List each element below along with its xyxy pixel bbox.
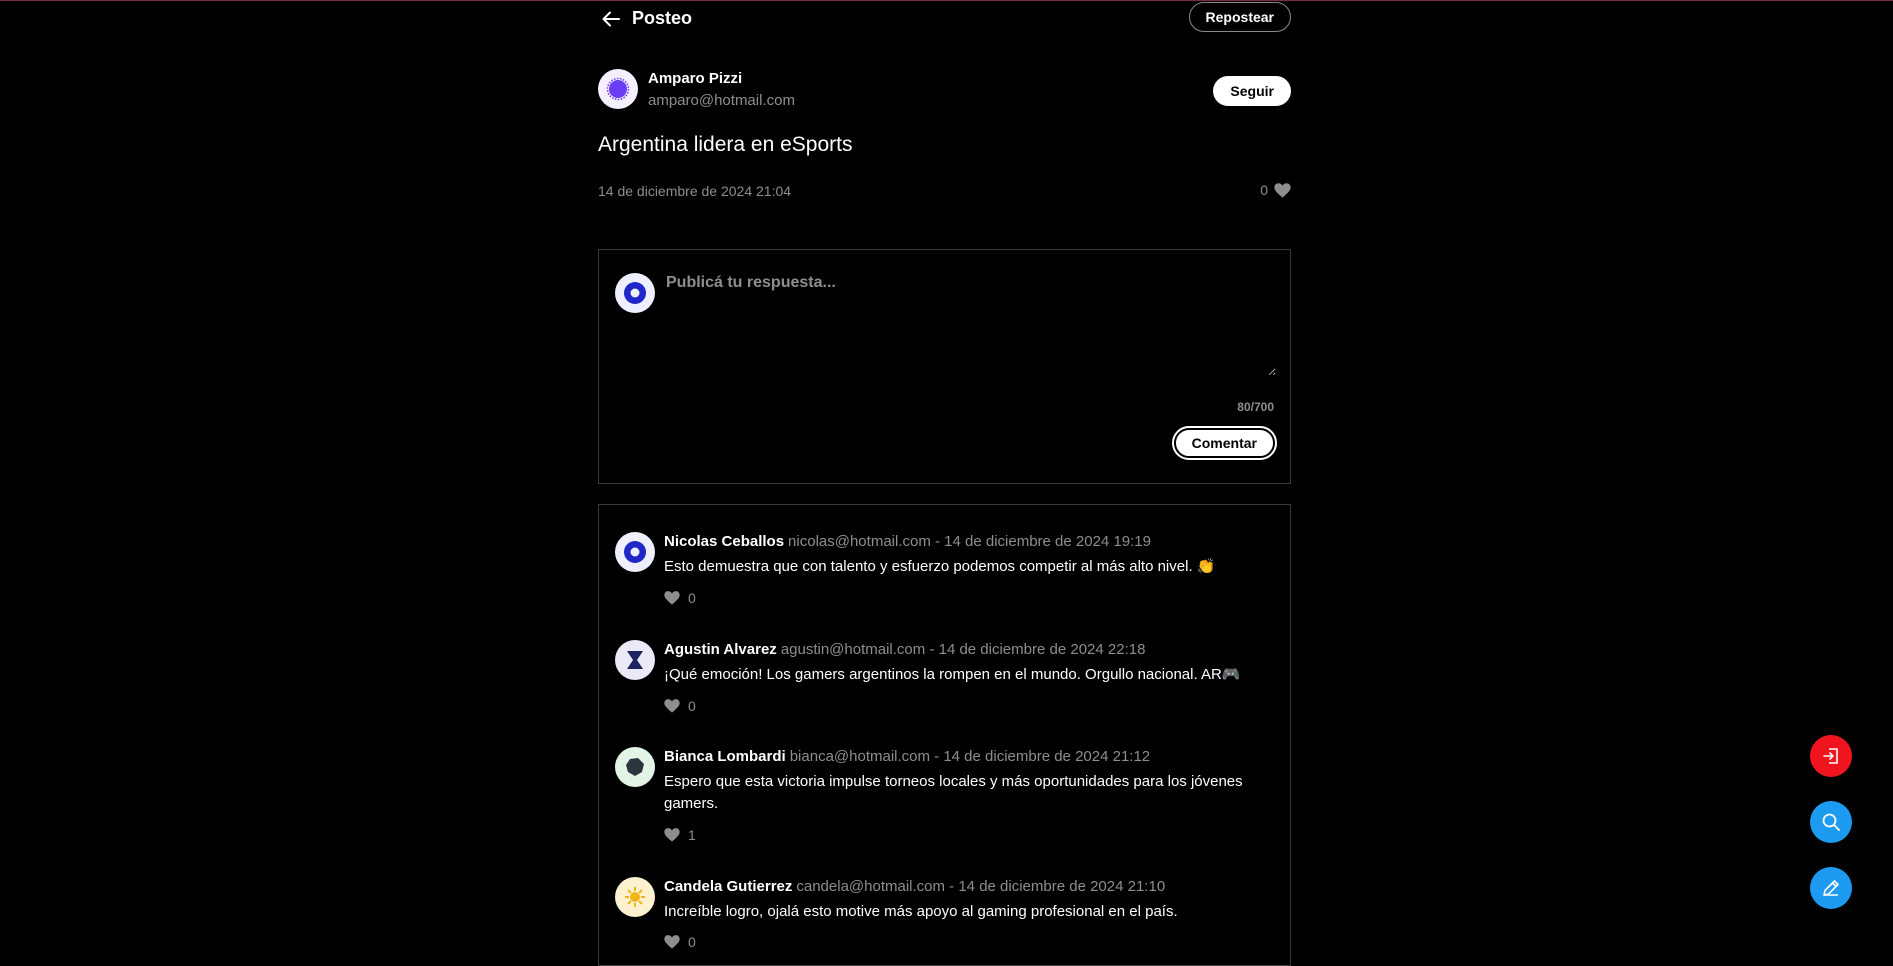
comment-text: Increíble logro, ojalá esto motive más a… <box>664 903 1178 920</box>
comment-like-count: 0 <box>688 934 696 950</box>
comment-header: Agustin Alvarez agustin@hotmail.com - 14 … <box>664 641 1145 658</box>
search-button[interactable] <box>1810 801 1852 843</box>
comment-avatar[interactable] <box>615 532 655 572</box>
comment-meta: agustin@hotmail.com - 14 de diciembre de… <box>780 641 1146 658</box>
comment-like-button[interactable]: 0 <box>664 934 696 950</box>
heart-icon <box>664 591 680 605</box>
comment-meta: candela@hotmail.com - 14 de diciembre de… <box>796 878 1166 895</box>
post-like-count: 0 <box>1260 182 1268 198</box>
page-title: Posteo <box>632 8 693 28</box>
reply-composer: 80/700 Comentar <box>598 249 1291 484</box>
heart-icon <box>664 935 680 949</box>
comment-meta: bianca@hotmail.com - 14 de diciembre de … <box>789 748 1151 765</box>
follow-button[interactable]: Seguir <box>1213 76 1291 106</box>
avatar-hourglass-icon <box>627 651 643 669</box>
logout-button[interactable] <box>1810 735 1852 777</box>
author-avatar[interactable] <box>598 69 638 109</box>
comment-like-button[interactable]: 0 <box>664 698 696 714</box>
new-post-button[interactable] <box>1810 867 1852 909</box>
comment-header: Candela Gutierrez candela@hotmail.com - 1… <box>664 878 1165 895</box>
post-like-button[interactable]: 0 <box>1260 182 1291 198</box>
post-date: 14 de diciembre de 2024 21:04 <box>598 183 792 199</box>
heart-icon <box>664 828 680 842</box>
comment-button[interactable]: Comentar <box>1171 426 1278 460</box>
post-author: Amparo Pizzi amparo@hotmail.com Seguir <box>598 69 1291 113</box>
reply-input[interactable] <box>664 272 1276 376</box>
pencil-icon <box>1823 880 1839 896</box>
comment-avatar[interactable] <box>615 640 655 680</box>
avatar-blob-icon <box>626 758 644 776</box>
comment-author[interactable]: Bianca Lombardi <box>664 748 786 765</box>
comment-header: Nicolas Ceballos nicolas@hotmail.com - 14… <box>664 533 1151 550</box>
avatar-ring-icon <box>624 541 646 563</box>
back-arrow-icon[interactable] <box>600 8 622 30</box>
user-avatar-icon <box>624 282 646 304</box>
repost-button[interactable]: Repostear <box>1188 2 1291 32</box>
main-column: Posteo Repostear Amparo Pizzi amparo@hot… <box>598 0 1291 966</box>
post-title: Argentina lidera en eSports <box>598 133 853 156</box>
comment-author[interactable]: Candela Gutierrez <box>664 878 792 895</box>
char-counter: 80/700 <box>1237 400 1274 414</box>
comment-avatar[interactable] <box>615 747 655 787</box>
comment-text: Esto demuestra que con talento y esfuerz… <box>664 558 1216 575</box>
page-header: Posteo Repostear <box>598 0 1291 38</box>
comment-like-count: 0 <box>688 698 696 714</box>
author-email: amparo@hotmail.com <box>648 92 795 109</box>
comment-like-button[interactable]: 0 <box>664 590 696 606</box>
comment-text: ¡Qué emoción! Los gamers argentinos la r… <box>664 666 1241 683</box>
comment-author[interactable]: Nicolas Ceballos <box>664 533 784 550</box>
heart-icon <box>1274 182 1291 198</box>
comment-meta: nicolas@hotmail.com - 14 de diciembre de… <box>788 533 1151 550</box>
comment-avatar[interactable] <box>615 877 655 917</box>
comment-like-count: 0 <box>688 590 696 606</box>
heart-icon <box>664 699 680 713</box>
comment-like-button[interactable]: 1 <box>664 827 696 843</box>
comment-like-count: 1 <box>688 827 696 843</box>
author-avatar-icon <box>606 77 630 101</box>
author-name[interactable]: Amparo Pizzi <box>648 70 742 87</box>
current-user-avatar <box>615 273 655 313</box>
comments-list: Nicolas Ceballos nicolas@hotmail.com - 14… <box>598 504 1291 966</box>
search-icon <box>1822 813 1840 831</box>
comment-author[interactable]: Agustin Alvarez <box>664 641 777 658</box>
comment-header: Bianca Lombardi bianca@hotmail.com - 14 d… <box>664 748 1150 765</box>
avatar-sun-icon <box>625 887 645 907</box>
comment-text: Espero que esta victoria impulse torneos… <box>664 773 1243 812</box>
logout-icon <box>1823 748 1838 764</box>
